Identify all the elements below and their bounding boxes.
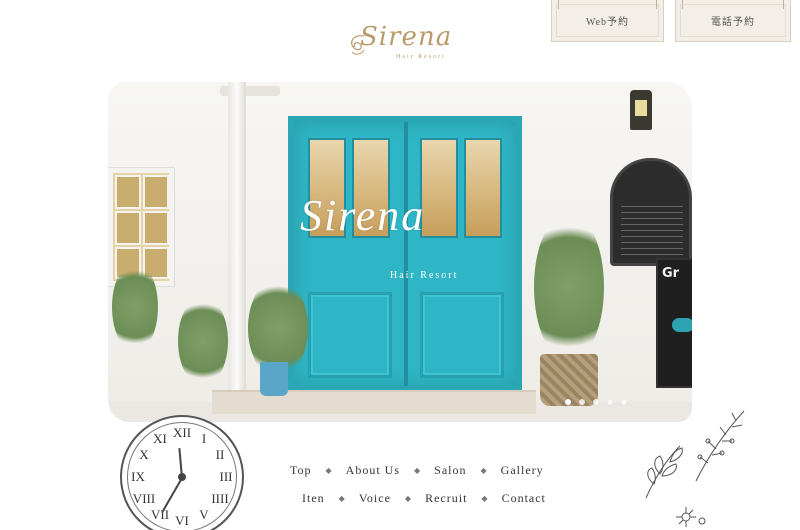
clock-numeral: III xyxy=(219,469,233,484)
clock-numeral: XI xyxy=(153,431,167,446)
nav-item-contact[interactable]: Contact xyxy=(502,491,546,506)
clock-numeral: VI xyxy=(175,513,189,528)
nav-item-gallery[interactable]: Gallery xyxy=(501,463,544,478)
nav-item-iten[interactable]: Iten xyxy=(302,491,325,506)
chalkboard-sign: Gr xyxy=(656,258,692,388)
nav-separator-icon: ◆ xyxy=(414,465,421,475)
decorative-clock: XII I II III IIII V VI VII VIII IX X XI xyxy=(120,415,244,530)
wall-lamp xyxy=(630,90,652,130)
nav-separator-icon: ◆ xyxy=(481,493,488,503)
clock-center xyxy=(178,473,186,481)
salon-menu-sign xyxy=(610,158,692,266)
clock-numeral: X xyxy=(139,447,149,462)
blue-flower-pot xyxy=(260,362,288,396)
logo-subtitle: Hair Resort xyxy=(396,54,446,60)
leaf-sketch-icon xyxy=(645,445,683,499)
slider-dot[interactable] xyxy=(579,399,585,405)
nav-item-about-us[interactable]: About Us xyxy=(346,463,400,478)
clock-numeral: IX xyxy=(131,469,145,484)
clock-numeral: I xyxy=(201,431,207,446)
web-reservation-button[interactable]: Web予約 xyxy=(551,0,664,42)
nav-row: Top ◆ About Us ◆ Salon ◆ Gallery xyxy=(290,456,600,484)
hero-salon-photo: Sirena Hair Resort Gr xyxy=(108,82,692,422)
olive-plant-small xyxy=(178,296,228,386)
clock-numeral: VII xyxy=(150,507,170,522)
nav-separator-icon: ◆ xyxy=(480,465,487,475)
clock-numeral: II xyxy=(215,447,225,462)
clock-numeral: XII xyxy=(172,425,192,440)
slider-dot[interactable] xyxy=(593,399,599,405)
web-reservation-label: Web予約 xyxy=(585,17,630,28)
flower-sketch-icon xyxy=(676,507,706,527)
nav-item-top[interactable]: Top xyxy=(290,463,312,478)
nav-separator-icon: ◆ xyxy=(338,493,345,503)
nav-separator-icon: ◆ xyxy=(404,493,412,503)
turquoise-entrance-door xyxy=(288,116,522,392)
main-navigation: Top ◆ About Us ◆ Salon ◆ Gallery Iten ◆ … xyxy=(290,456,600,512)
logo-text: Sirena xyxy=(360,22,453,52)
nav-separator-icon: ◆ xyxy=(325,465,332,475)
clock-numeral: IIII xyxy=(211,491,229,506)
clock-numeral: VIII xyxy=(132,491,156,506)
clock-numeral: V xyxy=(199,507,209,522)
nav-item-voice[interactable]: Voice xyxy=(359,491,391,506)
chalkboard-badge xyxy=(672,318,692,332)
slider-dot[interactable] xyxy=(607,399,613,405)
olive-tree-right xyxy=(534,212,604,362)
nav-row: Iten ◆ Voice ◆ Recruit ◆ Contact xyxy=(290,484,600,512)
door-logo-text: Sirena xyxy=(300,191,426,240)
olive-plant-left xyxy=(112,262,158,352)
branch-sketch-icon xyxy=(695,410,745,482)
phone-reservation-button[interactable]: 電話予約 xyxy=(675,0,791,42)
slider-dots xyxy=(565,399,627,405)
nav-item-recruit[interactable]: Recruit xyxy=(425,491,467,506)
chalkboard-text: Gr xyxy=(662,266,680,281)
site-logo[interactable]: Sirena Hair Resort xyxy=(346,22,456,66)
nav-item-salon[interactable]: Salon xyxy=(434,463,466,478)
slider-dot[interactable] xyxy=(565,399,571,405)
slider-dot[interactable] xyxy=(621,399,627,405)
phone-reservation-label: 電話予約 xyxy=(711,17,755,28)
drain-pipe xyxy=(228,82,246,392)
door-logo-subtitle: Hair Resort xyxy=(390,270,459,281)
